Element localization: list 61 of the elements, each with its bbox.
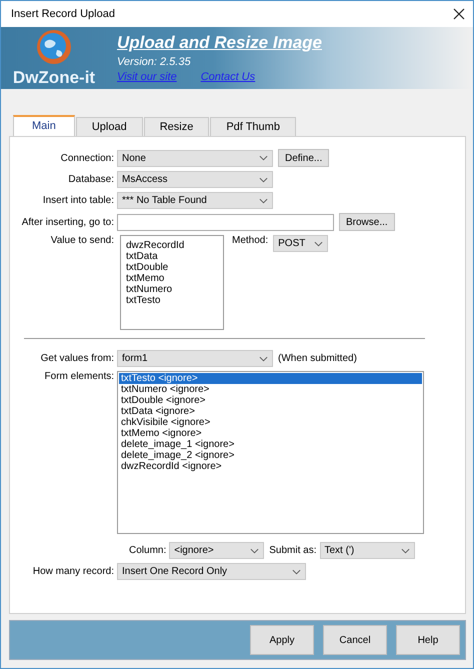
field-label: Get values from: <box>40 353 114 364</box>
close-icon[interactable] <box>453 8 465 20</box>
define-button[interactable]: Define... <box>278 149 330 167</box>
banner-title: Upload and Resize Image <box>117 33 322 54</box>
dropdown[interactable]: None <box>117 150 273 166</box>
dropdown[interactable]: form1 <box>117 350 273 367</box>
list-item[interactable]: txtDouble <box>124 262 220 273</box>
globe-icon <box>35 28 73 66</box>
chevron-icon <box>259 176 268 182</box>
dialog-button[interactable]: Cancel <box>323 625 387 655</box>
chevron-icon <box>314 240 324 246</box>
list-item[interactable]: dwzRecordId <ignore> <box>119 461 422 472</box>
tab[interactable]: Pdf Thumb <box>210 117 296 136</box>
dropdown[interactable]: Text (') <box>320 542 414 559</box>
chevron-icon <box>400 548 410 554</box>
list-item[interactable]: txtTesto <ignore> <box>119 373 422 384</box>
list-item[interactable]: txtNumero <ignore> <box>119 384 422 395</box>
list-item[interactable]: txtTesto <box>124 295 220 306</box>
field-label: Insert into table: <box>42 195 114 206</box>
logo-text: DwZone-it <box>12 68 96 88</box>
field-label: Database: <box>67 174 114 185</box>
list-item[interactable]: txtNumero <box>124 284 220 295</box>
dropdown[interactable]: *** No Table Found <box>117 192 273 209</box>
field-label: Submit as: <box>269 545 316 556</box>
field-label: Form elements: <box>44 371 114 382</box>
field-label: Connection: <box>60 152 114 164</box>
window-title: Insert Record Upload <box>11 8 115 20</box>
field-label: Column: <box>129 545 166 556</box>
field-label: After inserting, go to: <box>20 216 114 228</box>
version-text: Version: 2.5.35 <box>117 56 192 68</box>
chevron-icon <box>250 548 260 554</box>
list-item[interactable]: txtDouble <ignore> <box>119 395 422 406</box>
input-field[interactable] <box>117 214 334 230</box>
list-item[interactable]: delete_image_1 <ignore> <box>119 439 422 450</box>
field-label: Value to send: <box>50 235 114 246</box>
dropdown[interactable]: Insert One Record Only <box>117 563 306 580</box>
list-box[interactable]: txtTesto <ignore> txtNumero <ignore> txtDouble <ignore> txtData <ignore> chkVisibile <ignore> txtMemo <ignore> delete_image_1 <ignore> delete_image_2 <ignore> dwzRecordId <ignore> <box>117 371 424 534</box>
chevron-icon <box>292 568 301 574</box>
list-item[interactable]: txtData <box>124 251 220 262</box>
dialog-button[interactable]: Apply <box>250 625 314 655</box>
list-item[interactable]: txtData <ignore> <box>119 406 422 417</box>
list-item[interactable]: txtMemo <box>124 273 220 284</box>
dialog-button[interactable]: Help <box>396 625 460 655</box>
field-label: Method: <box>232 235 268 246</box>
chevron-icon <box>259 198 268 204</box>
tab[interactable]: Resize <box>144 117 210 136</box>
list-item[interactable]: dwzRecordId <box>124 240 220 251</box>
dropdown[interactable]: POST <box>273 235 328 252</box>
chevron-icon <box>259 155 268 161</box>
field-label: How many record: <box>32 566 114 577</box>
note-text: (When submitted) <box>278 353 357 364</box>
chevron-icon <box>259 356 268 362</box>
dropdown[interactable]: <ignore> <box>169 542 264 559</box>
browse-button[interactable]: Browse... <box>339 213 395 231</box>
tab[interactable]: Upload <box>76 117 143 136</box>
tab[interactable]: Main <box>13 115 75 136</box>
list-box[interactable]: dwzRecordId txtData txtDouble txtMemo txtNumero txtTesto <box>120 235 224 330</box>
list-item[interactable]: delete_image_2 <ignore> <box>119 450 422 461</box>
list-item[interactable]: chkVisibile <ignore> <box>119 417 422 428</box>
list-item[interactable]: txtMemo <ignore> <box>119 428 422 439</box>
dropdown[interactable]: MsAccess <box>117 171 273 188</box>
